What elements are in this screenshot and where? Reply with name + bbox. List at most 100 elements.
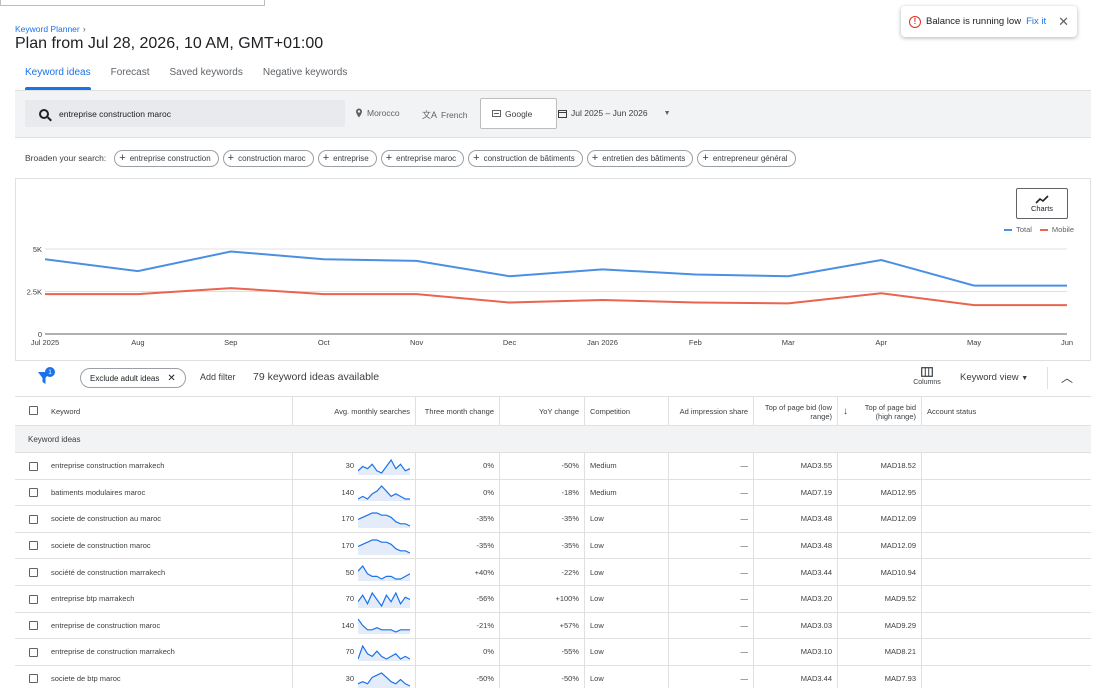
table-row[interactable]: societe de construction maroc 170 -35% -35%…: [15, 532, 1091, 560]
language-label: French: [441, 109, 468, 120]
col-yoy-change[interactable]: YoY change: [500, 397, 585, 426]
table-row[interactable]: societe de construction au maroc 170 -35% -…: [15, 506, 1091, 533]
broaden-chip[interactable]: + entreprise construction: [114, 149, 219, 167]
x-tick-label: Nov: [410, 338, 424, 347]
cell-yoy: +57%: [500, 612, 585, 639]
row-checkbox[interactable]: [29, 541, 38, 551]
cell-three-month: 0%: [416, 639, 500, 665]
table-row[interactable]: entreprise btp marrakech 70 -56% +100% Low — M…: [15, 586, 1091, 613]
remove-chip-icon[interactable]: ✕: [167, 373, 175, 384]
tab-keyword-ideas[interactable]: Keyword ideas: [15, 60, 101, 90]
cell-account-status: [922, 559, 1091, 585]
cell-ad-share: —: [669, 453, 754, 479]
row-checkbox[interactable]: [29, 647, 38, 657]
breadcrumb-link[interactable]: Keyword Planner: [15, 24, 80, 34]
add-filter-button[interactable]: Add filter: [200, 372, 236, 382]
cell-account-status: [922, 613, 1091, 639]
date-range-select[interactable]: Jul 2025 – Jun 2026 ▼: [558, 108, 671, 118]
row-checkbox[interactable]: [29, 567, 38, 577]
cell-keyword: entreprise de construction maroc: [46, 612, 293, 639]
table-row[interactable]: entreprise de construction marrakech 70 0%…: [15, 639, 1091, 666]
cell-bid-low: MAD3.48: [754, 506, 838, 532]
avg-value: 70: [345, 594, 354, 604]
chip-label: entretien des bâtiments: [602, 153, 686, 163]
table-row[interactable]: societe de btp maroc 30 -50% -50% Low — MAD3.4…: [15, 665, 1091, 688]
col-avg-monthly-searches[interactable]: Avg. monthly searches: [293, 397, 416, 426]
chart-legend: Total Mobile: [1004, 225, 1074, 234]
collapse-icon[interactable]: ︿: [1061, 369, 1073, 386]
col-bid-low[interactable]: Top of page bid (low range): [754, 397, 838, 426]
col-keyword[interactable]: Keyword: [46, 397, 293, 426]
table-row[interactable]: batiments modulaires maroc 140 0% -18% Mediu…: [15, 479, 1091, 507]
row-checkbox[interactable]: [29, 514, 38, 524]
cell-bid-low: MAD3.10: [754, 639, 838, 665]
language-filter[interactable]: 文A French: [422, 108, 467, 121]
x-tick-label: Jun: [1061, 338, 1073, 347]
row-checkbox[interactable]: [29, 461, 38, 471]
cell-ad-share: —: [669, 639, 754, 665]
breadcrumb[interactable]: Keyword Planner ›: [15, 24, 86, 34]
charts-label: Charts: [1030, 203, 1054, 213]
cell-account-status: [922, 453, 1091, 479]
toolbar-divider: [1047, 367, 1048, 389]
table-row[interactable]: entreprise de construction maroc 140 -21% +…: [15, 612, 1091, 640]
cell-three-month: +40%: [416, 559, 500, 585]
cell-bid-high: MAD12.09: [838, 532, 922, 559]
keyword-view-select[interactable]: Keyword view ▼: [960, 372, 1028, 383]
broaden-chip[interactable]: + construction de bâtiments: [468, 149, 583, 167]
close-icon[interactable]: ✕: [1058, 14, 1069, 30]
cell-three-month: -21%: [416, 612, 500, 639]
exclude-adult-chip[interactable]: Exclude adult ideas ✕: [80, 368, 186, 388]
tabs: Keyword ideas Forecast Saved keywords Ne…: [15, 60, 357, 90]
avg-value: 170: [341, 514, 354, 524]
col-three-month-change[interactable]: Three month change: [416, 397, 500, 426]
table-row[interactable]: société de construction marrakech 50 +40% -…: [15, 559, 1091, 586]
row-checkbox[interactable]: [29, 488, 38, 498]
cell-competition: Medium: [585, 453, 669, 479]
fix-it-link[interactable]: Fix it: [1026, 16, 1046, 27]
tab-forecast[interactable]: Forecast: [101, 60, 160, 90]
sort-arrow-icon: ↓: [843, 406, 848, 417]
cell-keyword: societe de btp maroc: [46, 665, 293, 688]
network-filter[interactable]: Google: [480, 98, 557, 129]
dropdown-arrow-icon: ▼: [1021, 375, 1029, 382]
dropdown-arrow-icon: ▼: [663, 109, 671, 117]
col-bid-high[interactable]: ↓ Top of page bid (high range): [838, 397, 922, 426]
avg-value: 140: [341, 487, 354, 497]
broaden-chip[interactable]: + entretien des bâtiments: [586, 149, 694, 167]
cell-competition: Low: [585, 665, 669, 688]
search-input[interactable]: entreprise construction maroc: [25, 100, 345, 127]
sparkline: [358, 538, 410, 555]
row-checkbox[interactable]: [29, 594, 38, 604]
table-row[interactable]: entreprise construction marrakech 30 0% -50…: [15, 453, 1091, 480]
columns-label: Columns: [913, 379, 941, 386]
cell-keyword: batiments modulaires maroc: [46, 479, 293, 506]
broaden-chip[interactable]: + entrepreneur général: [697, 149, 796, 167]
search-icon: [39, 108, 49, 119]
legend-total: Total: [1004, 225, 1032, 234]
filter-count-badge: 1: [45, 367, 55, 377]
cell-bid-high: MAD9.52: [838, 586, 922, 612]
col-ad-impression-share[interactable]: Ad impression share: [669, 397, 754, 426]
charts-button[interactable]: Charts: [1016, 188, 1068, 219]
x-tick-label: May: [967, 338, 981, 347]
location-label: Morocco: [367, 108, 400, 118]
row-checkbox[interactable]: [29, 674, 38, 684]
select-all-checkbox[interactable]: [29, 406, 38, 415]
tab-negative-keywords[interactable]: Negative keywords: [253, 60, 357, 90]
chip-label: entreprise construction: [129, 153, 211, 163]
chip-label: entrepreneur général: [712, 153, 788, 163]
broaden-chip[interactable]: + entreprise maroc: [380, 149, 465, 167]
top-strip: [0, 0, 265, 6]
col-account-status[interactable]: Account status: [922, 397, 1091, 426]
broaden-chip[interactable]: + entreprise: [317, 149, 377, 167]
row-checkbox[interactable]: [29, 621, 38, 631]
cell-bid-high: MAD12.95: [838, 479, 922, 506]
plus-icon: +: [473, 151, 480, 164]
col-competition[interactable]: Competition: [585, 397, 669, 426]
broaden-chip[interactable]: + construction maroc: [222, 149, 314, 167]
tab-saved-keywords[interactable]: Saved keywords: [160, 60, 253, 90]
location-filter[interactable]: Morocco: [355, 108, 400, 118]
cell-yoy: -18%: [500, 479, 585, 506]
columns-button[interactable]: Columns: [912, 367, 942, 386]
